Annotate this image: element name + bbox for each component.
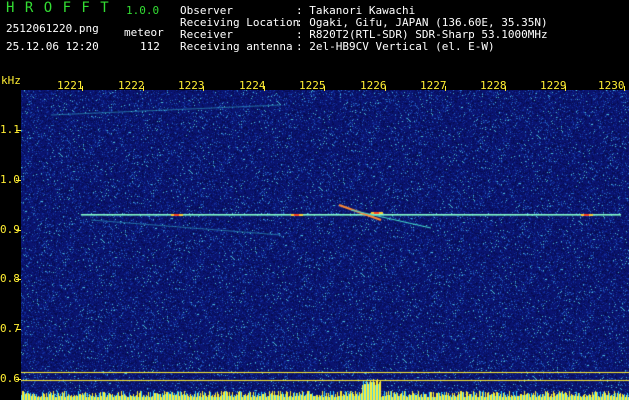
antenna-label: Receiving antenna [180, 40, 293, 53]
app-title: H R O F F T [6, 0, 110, 16]
y-axis-unit: kHz [1, 74, 21, 87]
antenna-value: : 2el-HB9CV Vertical (el. E-W) [296, 40, 495, 53]
time-tick-mark [385, 86, 386, 91]
time-tick-label: 1223 [178, 79, 205, 92]
time-tick-mark [143, 86, 144, 91]
time-tick-label: 1230 [598, 79, 625, 92]
freq-tick-mark [16, 180, 21, 181]
time-tick-mark [264, 86, 265, 91]
time-tick-mark [203, 86, 204, 91]
time-tick-mark [505, 86, 506, 91]
spectrogram-canvas [21, 90, 629, 400]
mode-label: meteor [124, 26, 164, 39]
spectrogram [21, 90, 629, 400]
meteor-count: 112 [140, 40, 160, 53]
time-tick-mark [624, 86, 625, 91]
time-tick-label: 1227 [420, 79, 447, 92]
time-tick-label: 1228 [480, 79, 507, 92]
time-tick-label: 1224 [239, 79, 266, 92]
time-tick-mark [445, 86, 446, 91]
hrofft-window: H R O F F T 1.0.0 2512061220.png meteor … [0, 0, 629, 400]
freq-tick-mark [16, 329, 21, 330]
time-tick-label: 1221 [57, 79, 84, 92]
time-tick-label: 1222 [118, 79, 145, 92]
date-time: 25.12.06 12:20 [6, 40, 99, 53]
freq-tick-mark [16, 230, 21, 231]
time-tick-mark [82, 86, 83, 91]
freq-tick-mark [16, 279, 21, 280]
app-version: 1.0.0 [126, 4, 160, 17]
time-tick-label: 1225 [299, 79, 326, 92]
time-tick-mark [565, 86, 566, 91]
time-tick-label: 1229 [540, 79, 567, 92]
file-name: 2512061220.png [6, 22, 99, 35]
freq-tick-mark [16, 379, 21, 380]
time-tick-label: 1226 [360, 79, 387, 92]
time-tick-mark [324, 86, 325, 91]
freq-tick-mark [16, 130, 21, 131]
